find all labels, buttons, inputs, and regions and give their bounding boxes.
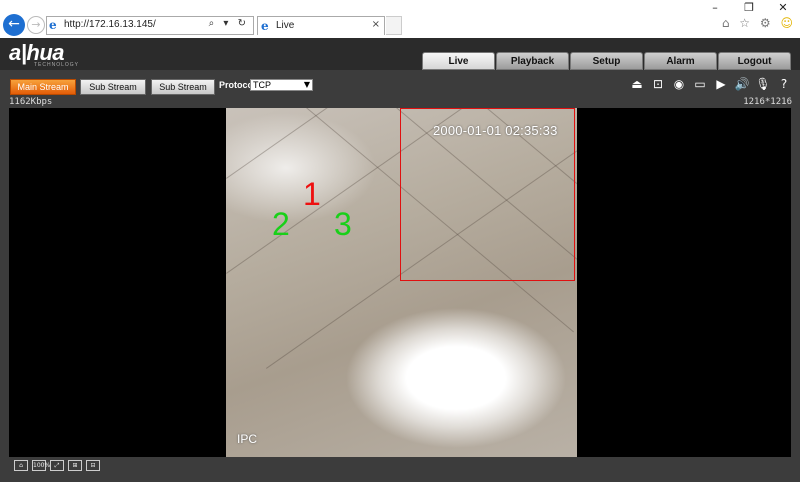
tab-logout[interactable]: Logout [718, 52, 791, 70]
address-tools-icon[interactable]: ⌕ ▾ ↻ [209, 18, 249, 29]
resolution-readout: 1216*1216 [743, 97, 792, 107]
home-icon[interactable]: ⌂ [722, 16, 733, 30]
marker-3: 3 [334, 206, 352, 242]
ie-icon: e [49, 18, 57, 32]
fluency-icon[interactable]: ⊟ [86, 460, 100, 471]
help-icon[interactable]: ? [776, 77, 792, 92]
address-bar[interactable]: e http://172.16.13.145/ ⌕ ▾ ↻ [46, 16, 254, 35]
browser-tab-live[interactable]: e Live × [257, 16, 385, 35]
aspect-ratio-icon[interactable]: ⊞ [68, 460, 82, 471]
snapshot-icon[interactable]: ◉ [671, 77, 687, 92]
alarm-output-icon[interactable]: ⏏ [629, 77, 645, 92]
original-size-icon[interactable]: 100% [32, 460, 50, 471]
image-adjust-icon[interactable]: ⌂ [14, 460, 28, 471]
browser-right-icons: ⌂ ☆ ⚙ ☺ [722, 16, 796, 30]
favorites-icon[interactable]: ☆ [739, 16, 753, 30]
tab-close-icon[interactable]: × [372, 19, 380, 30]
osd-channel-label: IPC [237, 432, 258, 446]
fullscreen-icon[interactable]: ⤢ [50, 460, 64, 471]
settings-gear-icon[interactable]: ⚙ [760, 16, 774, 30]
stream-info-bar: 1162Kbps 1216*1216 [0, 96, 800, 108]
main-nav-tabs: Live Playback Setup Alarm Logout [422, 52, 792, 70]
address-url[interactable]: http://172.16.13.145/ [64, 19, 156, 30]
app-header: a|hua TECHNOLOGY Live Playback Setup Ala… [0, 38, 800, 70]
back-icon[interactable]: ← [3, 14, 25, 36]
bottom-bar: ⌂ 100% ⤢ ⊞ ⊟ [0, 457, 800, 482]
protocol-select[interactable]: TCP ▼ [250, 79, 313, 91]
audio-icon[interactable]: 🔊 [734, 77, 750, 92]
protocol-value: TCP [253, 80, 271, 90]
tab-title: Live [276, 20, 295, 31]
logo-subtitle: TECHNOLOGY [34, 62, 80, 68]
record-icon[interactable]: ▶ [713, 77, 729, 92]
minimize-button[interactable]: – [698, 0, 732, 16]
marker-2: 2 [272, 206, 290, 242]
toolbar-icons: ⏏ ⊡ ◉ ▭ ▶ 🔊 🎙 ? [629, 77, 792, 92]
forward-icon[interactable]: → [27, 16, 45, 34]
chevron-down-icon: ▼ [303, 80, 310, 89]
main-stream-button[interactable]: Main Stream [10, 79, 76, 95]
browser-chrome: – ❐ ✕ ← → e http://172.16.13.145/ ⌕ ▾ ↻ … [0, 0, 800, 38]
triple-snapshot-icon[interactable]: ▭ [692, 77, 708, 92]
tab-setup[interactable]: Setup [570, 52, 643, 70]
ie-tab-icon: e [261, 19, 269, 33]
bottom-icons: ⌂ 100% ⤢ ⊞ ⊟ [14, 460, 100, 471]
bitrate-readout: 1162Kbps [9, 97, 53, 107]
sub-stream-2-button[interactable]: Sub Stream 2 [151, 79, 215, 107]
talk-microphone-icon[interactable]: 🎙 [755, 77, 771, 92]
restore-button[interactable]: ❐ [732, 0, 766, 16]
tab-live[interactable]: Live [422, 52, 495, 70]
window-controls: – ❐ ✕ [698, 0, 800, 16]
tab-playback[interactable]: Playback [496, 52, 569, 70]
feedback-smiley-icon[interactable]: ☺ [780, 16, 796, 30]
new-tab-button[interactable] [386, 16, 402, 35]
marker-1: 1 [303, 176, 321, 212]
close-window-button[interactable]: ✕ [766, 0, 800, 16]
osd-timestamp: 2000-01-01 02:35:33 [433, 123, 558, 138]
live-toolbar: Main Stream Sub Stream 1 Sub Stream 2 Pr… [0, 70, 800, 107]
sub-stream-1-button[interactable]: Sub Stream 1 [80, 79, 146, 107]
tab-alarm[interactable]: Alarm [644, 52, 717, 70]
digital-zoom-icon[interactable]: ⊡ [650, 77, 666, 92]
